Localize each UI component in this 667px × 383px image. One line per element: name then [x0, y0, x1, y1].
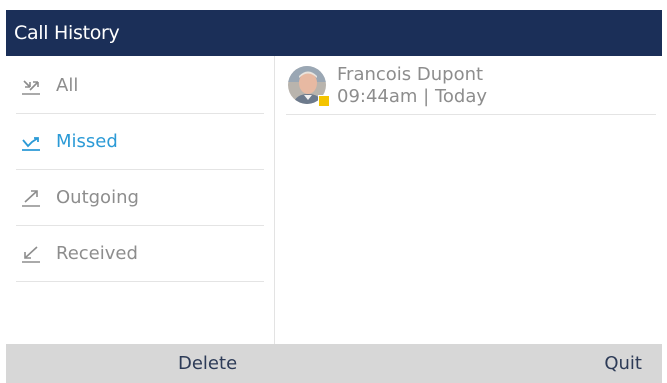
phone-screen: Call History All Missed Outgoing Receive…: [6, 10, 662, 383]
filter-item-missed[interactable]: Missed: [16, 114, 264, 170]
filter-item-all[interactable]: All: [16, 58, 264, 114]
outgoing-call-icon: [18, 185, 44, 211]
quit-button[interactable]: Quit: [604, 344, 642, 383]
filter-label-received: Received: [56, 243, 138, 264]
all-calls-icon: [18, 73, 44, 99]
filter-item-outgoing[interactable]: Outgoing: [16, 170, 264, 226]
missed-calls-icon: [18, 129, 44, 155]
delete-button[interactable]: Delete: [178, 344, 237, 383]
presence-status-indicator: [318, 95, 330, 107]
call-filter-list: All Missed Outgoing Received: [6, 56, 275, 344]
list-item[interactable]: Francois Dupont 09:44am | Today: [286, 62, 656, 115]
page-title: Call History: [14, 22, 120, 44]
filter-label-outgoing: Outgoing: [56, 187, 139, 208]
received-call-icon: [18, 241, 44, 267]
softkey-bar: Delete Quit: [6, 344, 662, 383]
title-bar: Call History: [6, 10, 662, 56]
caller-name: Francois Dupont: [337, 64, 484, 85]
filter-label-all: All: [56, 75, 79, 96]
filter-label-missed: Missed: [56, 131, 118, 152]
call-time: 09:44am | Today: [337, 86, 488, 107]
call-list: Francois Dupont 09:44am | Today: [275, 56, 662, 344]
filter-item-received[interactable]: Received: [16, 226, 264, 282]
